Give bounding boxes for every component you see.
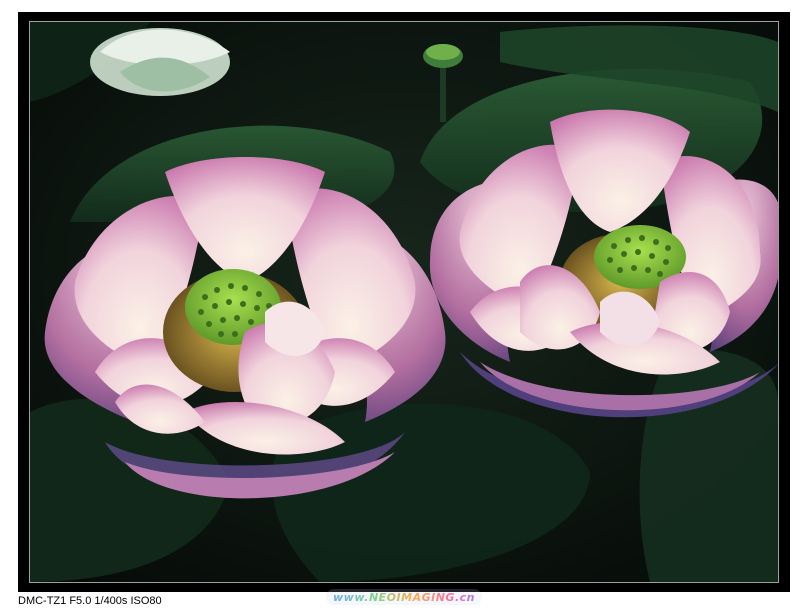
lotus-leaf <box>639 349 778 582</box>
watermark-logo: www.NEOIMAGING.cn <box>326 587 482 607</box>
lotus-bud <box>90 28 230 96</box>
photo-frame <box>18 12 790 592</box>
camera-info: DMC-TZ1 F5.0 1/400s ISO80 <box>18 595 162 607</box>
photograph <box>30 22 778 582</box>
lotus-photo <box>30 22 778 582</box>
page: DMC-TZ1 F5.0 1/400s ISO80 www.NEOIMAGING… <box>0 0 810 612</box>
